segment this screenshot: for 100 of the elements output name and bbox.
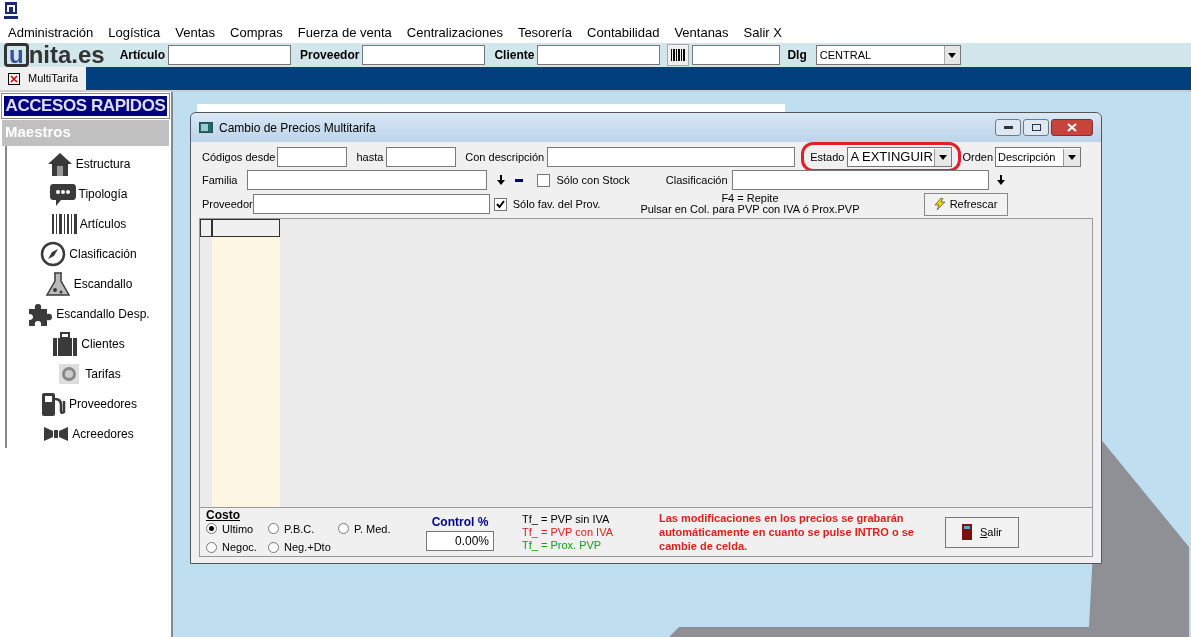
- radio-option[interactable]: Ultimo: [206, 520, 268, 537]
- section-header: Maestros: [2, 120, 169, 146]
- field-label: Proveedor: [300, 47, 360, 64]
- refresh-button[interactable]: Refrescar: [923, 192, 1008, 216]
- maximize-button[interactable]: [1023, 119, 1049, 136]
- menu-item[interactable]: Ventanas: [674, 22, 729, 43]
- input-field[interactable]: [537, 45, 661, 65]
- close-icon[interactable]: [8, 72, 20, 85]
- menu-item[interactable]: Contabilidad: [587, 22, 660, 43]
- radio-option[interactable]: P.B.C.: [268, 520, 338, 537]
- radio-button[interactable]: [268, 523, 279, 535]
- field-label: Clasificación: [665, 172, 728, 188]
- shortcut-item[interactable]: Clasificación: [39, 240, 137, 268]
- checkbox-label: Sólo con Stock: [556, 172, 630, 188]
- field-label: Proveedor: [202, 196, 253, 212]
- radio-option[interactable]: Negoc.: [206, 539, 268, 556]
- sidebar-header: ACCESOS RAPIDOS: [2, 94, 169, 118]
- window-icon: [199, 122, 213, 133]
- menu-item[interactable]: Fuerza de venta: [297, 22, 392, 43]
- lightning-icon: [933, 198, 946, 210]
- barcode-button[interactable]: [667, 44, 690, 66]
- field-label: Dlg: [787, 47, 807, 64]
- menu-item[interactable]: Salir X: [743, 22, 782, 43]
- radio-button[interactable]: [206, 523, 217, 535]
- barcode-icon: [49, 211, 78, 237]
- caret-icon: [939, 154, 948, 160]
- radio-button[interactable]: [338, 523, 349, 535]
- dropdown-button[interactable]: [1063, 148, 1080, 166]
- maximize-icon: [1031, 124, 1041, 131]
- door-icon: [962, 524, 972, 540]
- dropdown-field[interactable]: CENTRAL: [815, 45, 961, 65]
- legend-text: Tf_ = PVP con IVA: [522, 525, 613, 539]
- down-arrow-icon: [497, 175, 506, 185]
- input-field[interactable]: [547, 147, 796, 167]
- field-label: Familia: [202, 172, 238, 188]
- caret-icon: [1068, 154, 1076, 160]
- minimize-icon: [1003, 126, 1013, 129]
- checkbox-label: Sólo fav. del Prov.: [512, 196, 601, 212]
- input-field[interactable]: [277, 147, 348, 167]
- input-field[interactable]: [386, 147, 457, 167]
- field-label: Artículo: [119, 47, 166, 64]
- menu-item[interactable]: Compras: [230, 22, 283, 43]
- menu-item[interactable]: Logística: [108, 22, 161, 43]
- hint-text: F4 = Repite: [721, 193, 779, 204]
- radio-option[interactable]: P. Med.: [338, 520, 408, 537]
- field-label: Con descripción: [465, 149, 545, 165]
- menu-item[interactable]: Tesorería: [517, 22, 573, 43]
- shortcut-item[interactable]: Artículos: [49, 210, 127, 238]
- shortcut-item[interactable]: Clientes: [51, 330, 125, 358]
- minus-icon: [515, 178, 524, 182]
- field-label: Orden: [962, 149, 993, 165]
- field-label: Cliente: [494, 47, 535, 64]
- input-field[interactable]: 0.00%: [426, 531, 494, 551]
- shortcut-item[interactable]: Escandallo Desp.: [26, 300, 150, 328]
- minimize-button[interactable]: [995, 119, 1021, 136]
- menu-item[interactable]: Centralizaciones: [406, 22, 503, 43]
- flask-icon: [43, 271, 72, 297]
- shortcut-item[interactable]: Tipología: [48, 180, 128, 208]
- input-field[interactable]: [247, 170, 488, 190]
- close-icon: [1067, 123, 1077, 132]
- menu-item[interactable]: Administración: [8, 22, 94, 43]
- close-button[interactable]: [1051, 119, 1093, 136]
- caret-icon: [948, 52, 957, 58]
- window-title: Cambio de Precios Multitarifa: [219, 119, 376, 137]
- shortcut-item[interactable]: Tarifas: [55, 360, 121, 388]
- dropdown-field[interactable]: A EXTINGUIR: [847, 147, 953, 167]
- checkbox[interactable]: [537, 173, 551, 187]
- barcode-icon: [670, 49, 687, 61]
- field-label: Códigos desde: [202, 149, 276, 165]
- legend-text: Tf_ = PVP sin IVA: [522, 512, 611, 526]
- radio-option[interactable]: Neg.+Dto: [268, 539, 338, 556]
- tab[interactable]: MultiTarifa: [0, 67, 87, 90]
- input-field[interactable]: [168, 45, 292, 65]
- exit-button[interactable]: Salir: [945, 516, 1019, 548]
- field-label: Control %: [431, 514, 489, 531]
- puzzle-icon: [26, 301, 55, 327]
- compass-icon: [39, 241, 68, 267]
- shortcut-item[interactable]: Estructura: [45, 150, 131, 178]
- input-field[interactable]: [692, 45, 781, 65]
- field-label: Estado: [810, 149, 845, 165]
- briefcase-icon: [51, 331, 80, 357]
- down-arrow-icon: [996, 175, 1005, 185]
- check-icon: [495, 199, 505, 209]
- shortcut-item[interactable]: Escandallo: [43, 270, 133, 298]
- shortcut-item[interactable]: Acreedores: [42, 420, 134, 448]
- input-field[interactable]: [731, 170, 989, 190]
- menu-item[interactable]: Ventas: [175, 22, 216, 43]
- input-field[interactable]: [362, 45, 486, 65]
- group-label: Costo: [206, 508, 241, 521]
- speech-bubble-icon: [48, 181, 77, 207]
- dropdown-field[interactable]: Descripción: [995, 147, 1081, 167]
- notice-text: Las modificaciones en los precios se grabarán automáticamente en cuanto se pulse INTRO o se cambie de celda.: [659, 511, 915, 553]
- radio-button[interactable]: [268, 541, 279, 553]
- dropdown-button[interactable]: [934, 148, 952, 166]
- legend-text: Tf_ = Prox. PVP: [522, 538, 603, 552]
- input-field[interactable]: [252, 194, 490, 214]
- field-label: hasta: [356, 149, 384, 165]
- radio-button[interactable]: [206, 541, 217, 553]
- shortcut-item[interactable]: Proveedores: [38, 390, 137, 418]
- checkbox[interactable]: [493, 197, 507, 211]
